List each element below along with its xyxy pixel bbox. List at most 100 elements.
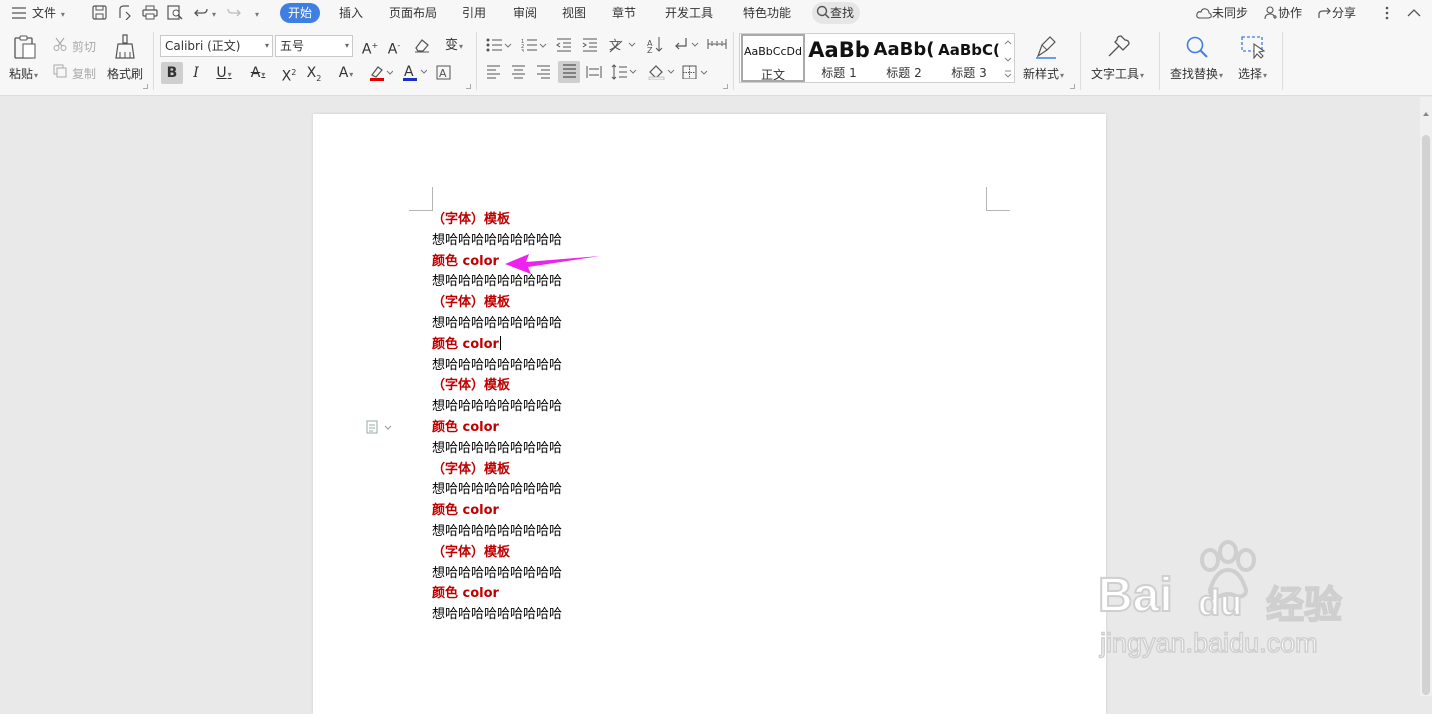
clear-format-icon[interactable]	[414, 38, 430, 53]
character-border-icon[interactable]: A	[436, 65, 451, 80]
increase-font-button[interactable]: A+	[360, 35, 380, 58]
heading-line[interactable]: （字体）模板	[432, 293, 510, 313]
font-size-select[interactable]: 五号 ▾	[275, 35, 353, 57]
sync-status[interactable]: 未同步	[1196, 0, 1248, 26]
paste-icon[interactable]	[13, 35, 37, 59]
borders-icon[interactable]	[682, 65, 710, 79]
text-tools-button[interactable]: 文字工具▾	[1091, 65, 1144, 82]
align-center-icon[interactable]	[511, 65, 526, 79]
strikethrough-button[interactable]: A▾	[244, 62, 272, 84]
collaborate-button[interactable]: 协作	[1264, 0, 1302, 26]
document-page[interactable]: （字体）模板 想哈哈哈哈哈哈哈哈哈 颜色 color 想哈哈哈哈哈哈哈哈哈 （字体）模板…	[313, 114, 1106, 714]
quick-access-dropdown[interactable]: ▾	[254, 0, 259, 26]
text-effect-button[interactable]: A▾	[332, 62, 360, 84]
text-tools-icon[interactable]	[1106, 35, 1130, 59]
redo-icon[interactable]	[227, 6, 241, 19]
body-line[interactable]: 想哈哈哈哈哈哈哈哈哈	[432, 522, 562, 542]
bold-button[interactable]: B	[161, 62, 183, 84]
scrollbar-thumb[interactable]	[1422, 135, 1430, 695]
select-icon[interactable]	[1241, 35, 1267, 59]
phonetic-guide-button[interactable]: 变▾	[440, 35, 468, 57]
heading-line[interactable]: （字体）模板	[432, 210, 510, 230]
table-tools-icon[interactable]	[707, 38, 727, 50]
format-painter-label[interactable]: 格式刷	[107, 65, 143, 82]
undo-dropdown[interactable]: ▾	[211, 0, 216, 26]
print-preview-icon[interactable]	[167, 5, 183, 20]
paragraph-layout-icon[interactable]	[366, 420, 392, 434]
heading-line[interactable]: （字体）模板	[432, 460, 510, 480]
tab-references[interactable]: 引用	[462, 0, 486, 26]
new-style-button[interactable]: 新样式▾	[1023, 65, 1064, 82]
underline-button[interactable]: U▾	[210, 62, 238, 84]
body-line[interactable]: 想哈哈哈哈哈哈哈哈哈	[432, 314, 562, 334]
style-gallery-scroll-icon[interactable]	[1003, 38, 1013, 78]
tab-section[interactable]: 章节	[612, 0, 636, 26]
show-hide-marks-icon[interactable]	[674, 37, 700, 53]
font-group-launcher[interactable]	[466, 84, 471, 89]
justify-button[interactable]	[558, 61, 580, 83]
body-line[interactable]: 想哈哈哈哈哈哈哈哈哈	[432, 356, 562, 376]
shading-icon[interactable]	[648, 64, 676, 80]
font-family-select[interactable]: Calibri (正文) ▾	[160, 35, 273, 57]
decrease-font-button[interactable]: A-	[384, 35, 404, 58]
align-left-icon[interactable]	[486, 65, 501, 79]
styles-group-launcher[interactable]	[1070, 84, 1075, 89]
heading-line[interactable]: 颜色 color	[432, 252, 499, 272]
tab-start[interactable]: 开始	[280, 3, 321, 23]
decrease-indent-icon[interactable]	[556, 38, 572, 52]
body-line[interactable]: 想哈哈哈哈哈哈哈哈哈	[432, 564, 562, 584]
tab-page-layout[interactable]: 页面布局	[389, 0, 437, 26]
cut-label[interactable]: 剪切	[72, 38, 96, 55]
hamburger-menu-icon[interactable]	[12, 7, 26, 19]
heading-line[interactable]: 颜色 color	[432, 584, 499, 604]
style-heading-1[interactable]: AaBb 标题 1	[807, 34, 871, 82]
distribute-icon[interactable]	[586, 65, 602, 79]
subscript-button[interactable]: X2	[303, 62, 325, 84]
tab-insert[interactable]: 插入	[339, 0, 363, 26]
search-box[interactable]: 查找	[812, 2, 861, 24]
file-menu[interactable]: 文件 ▾	[32, 0, 65, 26]
tab-special-features[interactable]: 特色功能	[743, 0, 791, 26]
heading-line[interactable]: 颜色 color	[432, 335, 501, 355]
bullets-icon[interactable]	[486, 38, 512, 52]
text-direction-icon[interactable]: 文	[608, 37, 636, 53]
export-icon[interactable]	[117, 5, 132, 20]
increase-indent-icon[interactable]	[582, 38, 598, 52]
new-style-icon[interactable]	[1034, 35, 1058, 59]
sort-icon[interactable]: AZ	[647, 36, 663, 53]
align-right-icon[interactable]	[536, 65, 551, 79]
font-color-icon[interactable]: A	[403, 64, 427, 81]
find-replace-icon[interactable]	[1185, 35, 1209, 59]
highlight-color-icon[interactable]	[369, 65, 393, 81]
style-normal[interactable]: AaBbCcDd 正文	[741, 34, 805, 82]
superscript-button[interactable]: X2	[278, 62, 300, 85]
heading-line[interactable]: 颜色 color	[432, 501, 499, 521]
body-line[interactable]: 想哈哈哈哈哈哈哈哈哈	[432, 605, 562, 625]
paragraph-group-launcher[interactable]	[723, 84, 728, 89]
italic-button[interactable]: I	[186, 62, 206, 84]
numbering-icon[interactable]: 123	[521, 38, 547, 52]
body-line[interactable]: 想哈哈哈哈哈哈哈哈哈	[432, 480, 562, 500]
cut-icon[interactable]	[53, 37, 67, 51]
vertical-scrollbar[interactable]	[1420, 97, 1432, 696]
find-replace-button[interactable]: 查找替换▾	[1170, 65, 1223, 82]
heading-line[interactable]: 颜色 color	[432, 418, 499, 438]
copy-label[interactable]: 复制	[72, 65, 96, 82]
undo-icon[interactable]	[194, 6, 208, 19]
body-line[interactable]: 想哈哈哈哈哈哈哈哈哈	[432, 439, 562, 459]
tab-review[interactable]: 审阅	[513, 0, 537, 26]
body-line[interactable]: 想哈哈哈哈哈哈哈哈哈	[432, 231, 562, 251]
style-heading-2[interactable]: AaBb( 标题 2	[872, 34, 936, 82]
tab-developer[interactable]: 开发工具	[665, 0, 713, 26]
heading-line[interactable]: （字体）模板	[432, 543, 510, 563]
tab-view[interactable]: 视图	[562, 0, 586, 26]
heading-line[interactable]: （字体）模板	[432, 376, 510, 396]
copy-icon[interactable]	[53, 64, 67, 78]
clipboard-group-launcher[interactable]	[143, 84, 148, 89]
paste-button[interactable]: 粘贴▾	[9, 65, 38, 82]
format-painter-icon[interactable]	[114, 34, 136, 60]
scroll-up-icon[interactable]	[1423, 111, 1429, 117]
style-heading-3[interactable]: AaBbC( 标题 3	[937, 34, 1001, 82]
select-button[interactable]: 选择▾	[1238, 65, 1267, 82]
line-spacing-icon[interactable]	[611, 64, 637, 80]
